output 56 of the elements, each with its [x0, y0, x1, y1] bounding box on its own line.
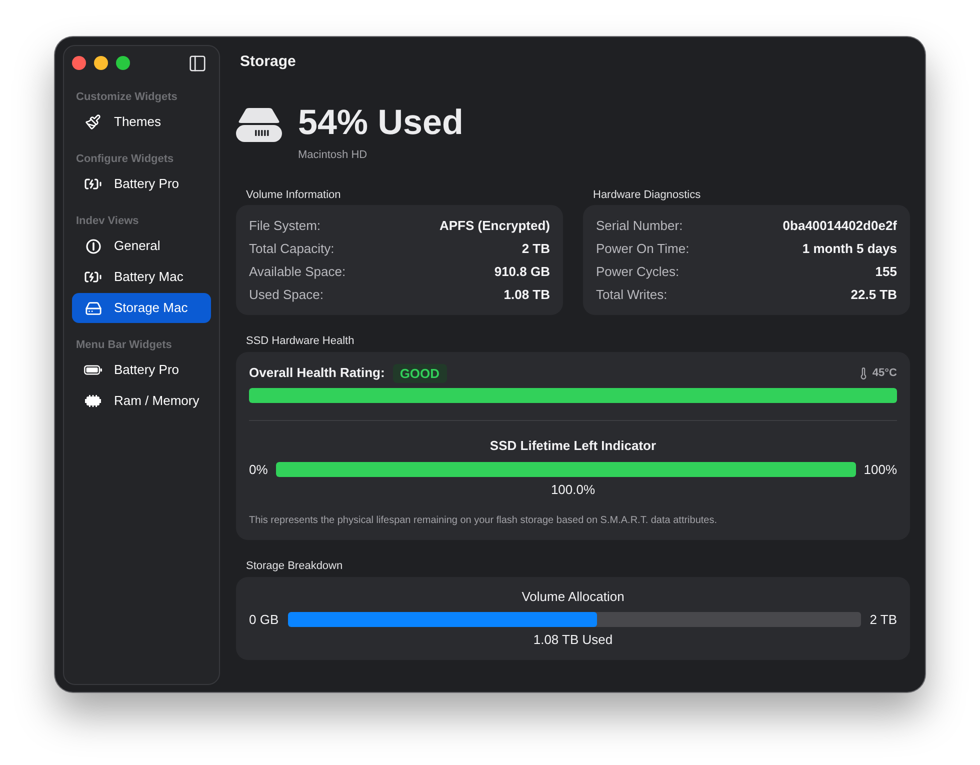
scale-max-label: 2 TB [870, 612, 897, 627]
lifespan-note: This represents the physical lifespan remaining on your flash storage based on S.M.A.R.T. data attributes. [249, 514, 718, 528]
scale-min-label: 0 GB [249, 612, 279, 627]
close-icon[interactable] [72, 56, 86, 70]
paintbrush-icon [85, 114, 101, 130]
section-heading: Configure Widgets [75, 152, 175, 167]
drive-icon [84, 300, 102, 316]
sidebar-item[interactable]: Battery Pro [72, 355, 211, 385]
info-label: Used Space: [249, 286, 324, 304]
temperature-reading: 45°C [872, 366, 897, 381]
volume-name: Macintosh HD [298, 148, 368, 163]
section-label: Hardware Diagnostics [592, 188, 702, 202]
sidebar-icon[interactable] [188, 54, 207, 72]
scale-min-label: 0% [249, 462, 268, 477]
zoom-icon[interactable] [116, 56, 130, 70]
sidebar-item[interactable]: Battery Mac [72, 262, 211, 292]
section-heading: Menu Bar Widgets [75, 338, 173, 353]
info-label: Available Space: [249, 262, 346, 281]
section-label: SSD Hardware Health [245, 334, 356, 348]
rating-badge: GOOD [392, 364, 447, 382]
section-label: Storage Breakdown [245, 559, 344, 573]
info-value: APFS (Encrypted) [439, 216, 550, 235]
battery-icon [84, 365, 102, 375]
info-circle-icon [86, 238, 100, 254]
section-label: Volume Information [245, 188, 342, 202]
section-heading: Customize Widgets [75, 90, 178, 105]
info-value: 155 [875, 262, 897, 281]
info-label: Total Writes: [596, 286, 668, 304]
sidebar-item[interactable]: General [72, 231, 211, 261]
allocation-title: Volume Allocation [520, 588, 626, 606]
minimize-icon[interactable] [94, 56, 108, 70]
info-value: 0ba40014402d0e2f [782, 216, 897, 235]
usage-headline: 54% Used [298, 102, 464, 144]
sidebar-item[interactable]: Ram / Memory [72, 386, 211, 416]
chip-icon [85, 395, 101, 407]
info-value: 22.5 TB [850, 286, 897, 304]
drive-icon [236, 108, 282, 142]
page-title: Storage [240, 52, 296, 72]
lifetime-reading: 100.0% [550, 482, 596, 498]
info-label: Power Cycles: [596, 262, 680, 281]
sidebar-item[interactable]: Battery Pro [72, 169, 211, 199]
scale-max-label: 100% [864, 462, 897, 477]
lifetime-title: SSD Lifetime Left Indicator [488, 437, 658, 455]
allocation-reading: 1.08 TB Used [532, 632, 614, 648]
info-label: File System: [249, 216, 321, 235]
info-value: 2 TB [522, 240, 550, 258]
sidebar-item[interactable]: Themes [72, 107, 211, 137]
info-label: Power On Time: [596, 240, 690, 258]
info-label: Serial Number: [596, 216, 683, 235]
sidebar-item[interactable]: Storage Mac [72, 293, 211, 323]
rating-label: Overall Health Rating: [249, 364, 385, 382]
info-value: 910.8 GB [494, 262, 550, 281]
info-value: 1.08 TB [504, 286, 550, 304]
info-value: 1 month 5 days [802, 240, 897, 258]
info-label: Total Capacity: [249, 240, 334, 258]
section-heading: Indev Views [75, 214, 140, 229]
